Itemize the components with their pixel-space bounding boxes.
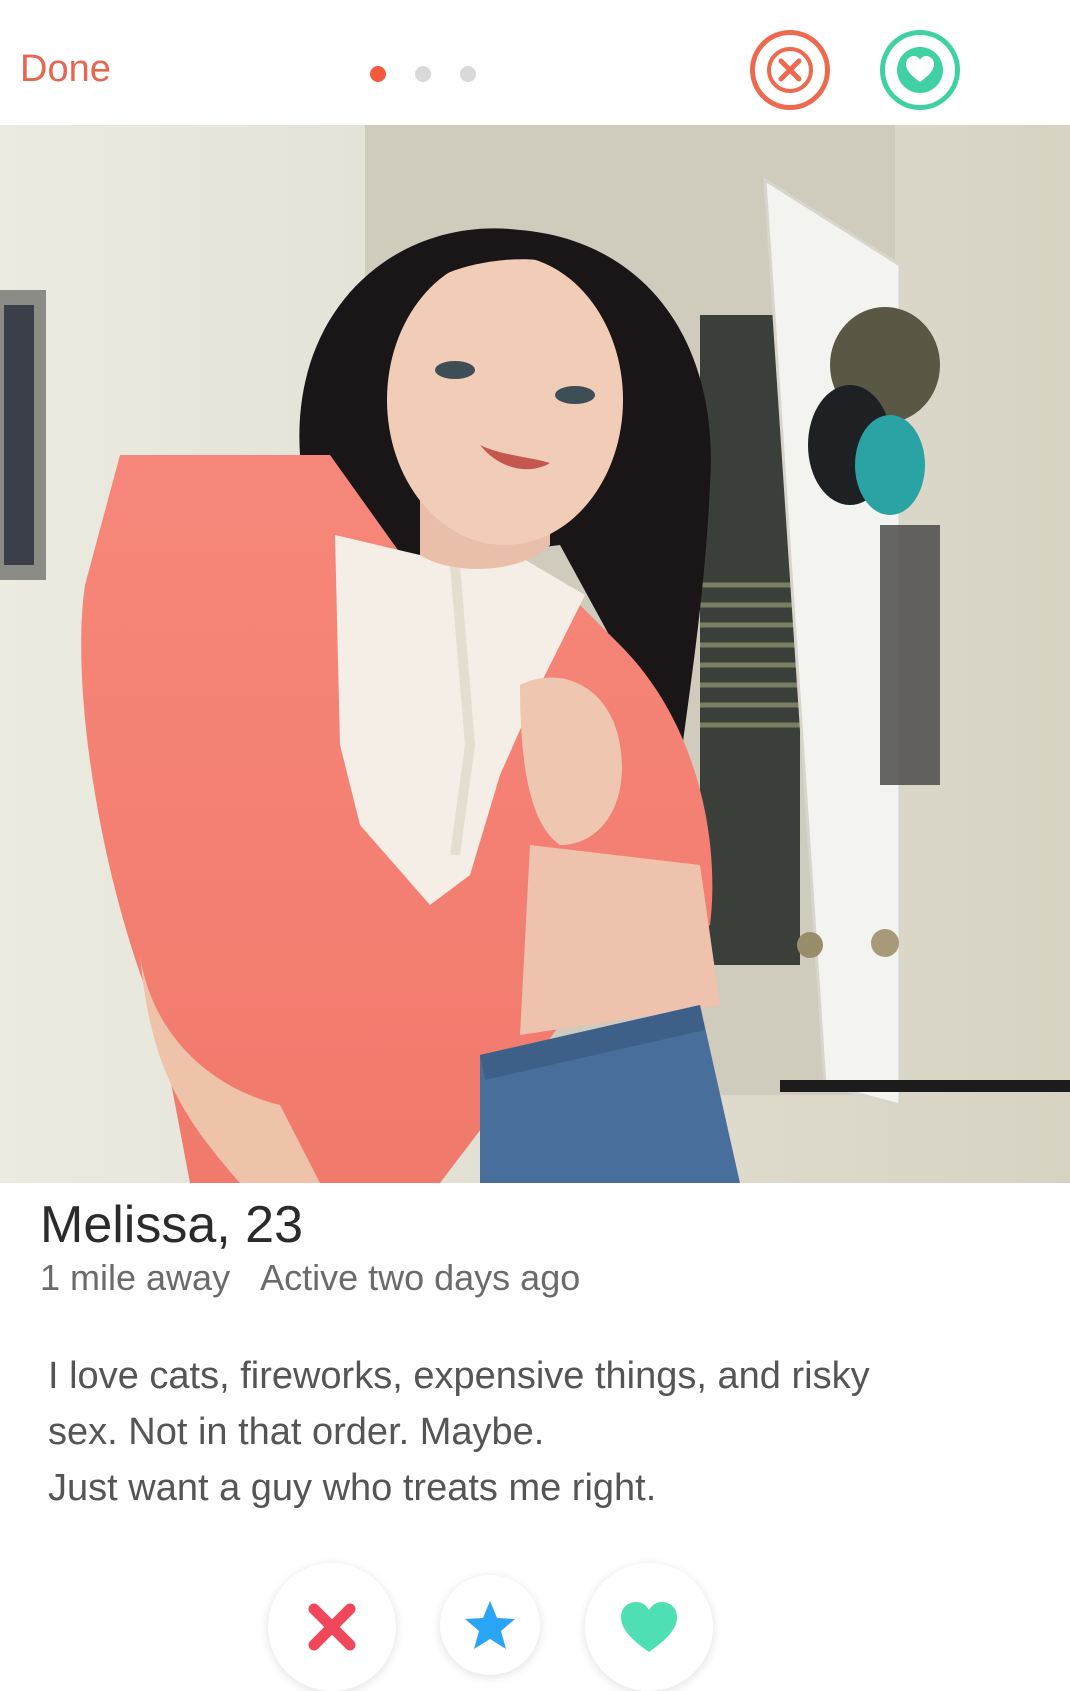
page-dot[interactable] — [460, 66, 476, 82]
activity-text: Active two days ago — [260, 1257, 581, 1298]
page-dot[interactable] — [415, 66, 431, 82]
nope-button[interactable] — [268, 1563, 396, 1691]
profile-photo[interactable] — [0, 125, 1070, 1183]
close-circle-icon — [767, 47, 813, 93]
action-bar — [0, 1555, 1070, 1691]
top-bar: Done — [0, 0, 1070, 125]
bio-line: I love cats, fireworks, expensive things… — [48, 1355, 870, 1397]
distance-text: 1 mile away — [40, 1257, 231, 1298]
done-button[interactable]: Done — [20, 48, 111, 91]
profile-bio: I love cats, fireworks, expensive things… — [48, 1348, 1028, 1516]
super-like-button[interactable] — [440, 1575, 540, 1675]
profile-photo-illustration — [0, 125, 1070, 1183]
like-top-button[interactable] — [880, 30, 960, 110]
star-icon — [465, 1601, 515, 1649]
like-button[interactable] — [585, 1563, 713, 1691]
profile-name-age: Melissa, 23 — [40, 1196, 303, 1254]
nope-top-button[interactable] — [750, 30, 830, 110]
page-dot-active[interactable] — [370, 66, 386, 82]
profile-meta: 1 mile away Active two days ago — [40, 1257, 580, 1299]
bio-line: sex. Not in that order. Maybe. — [48, 1411, 545, 1453]
x-icon — [308, 1603, 356, 1651]
heart-icon — [621, 1602, 677, 1652]
bio-line: Just want a guy who treats me right. — [48, 1467, 657, 1509]
heart-circle-icon — [897, 47, 943, 93]
